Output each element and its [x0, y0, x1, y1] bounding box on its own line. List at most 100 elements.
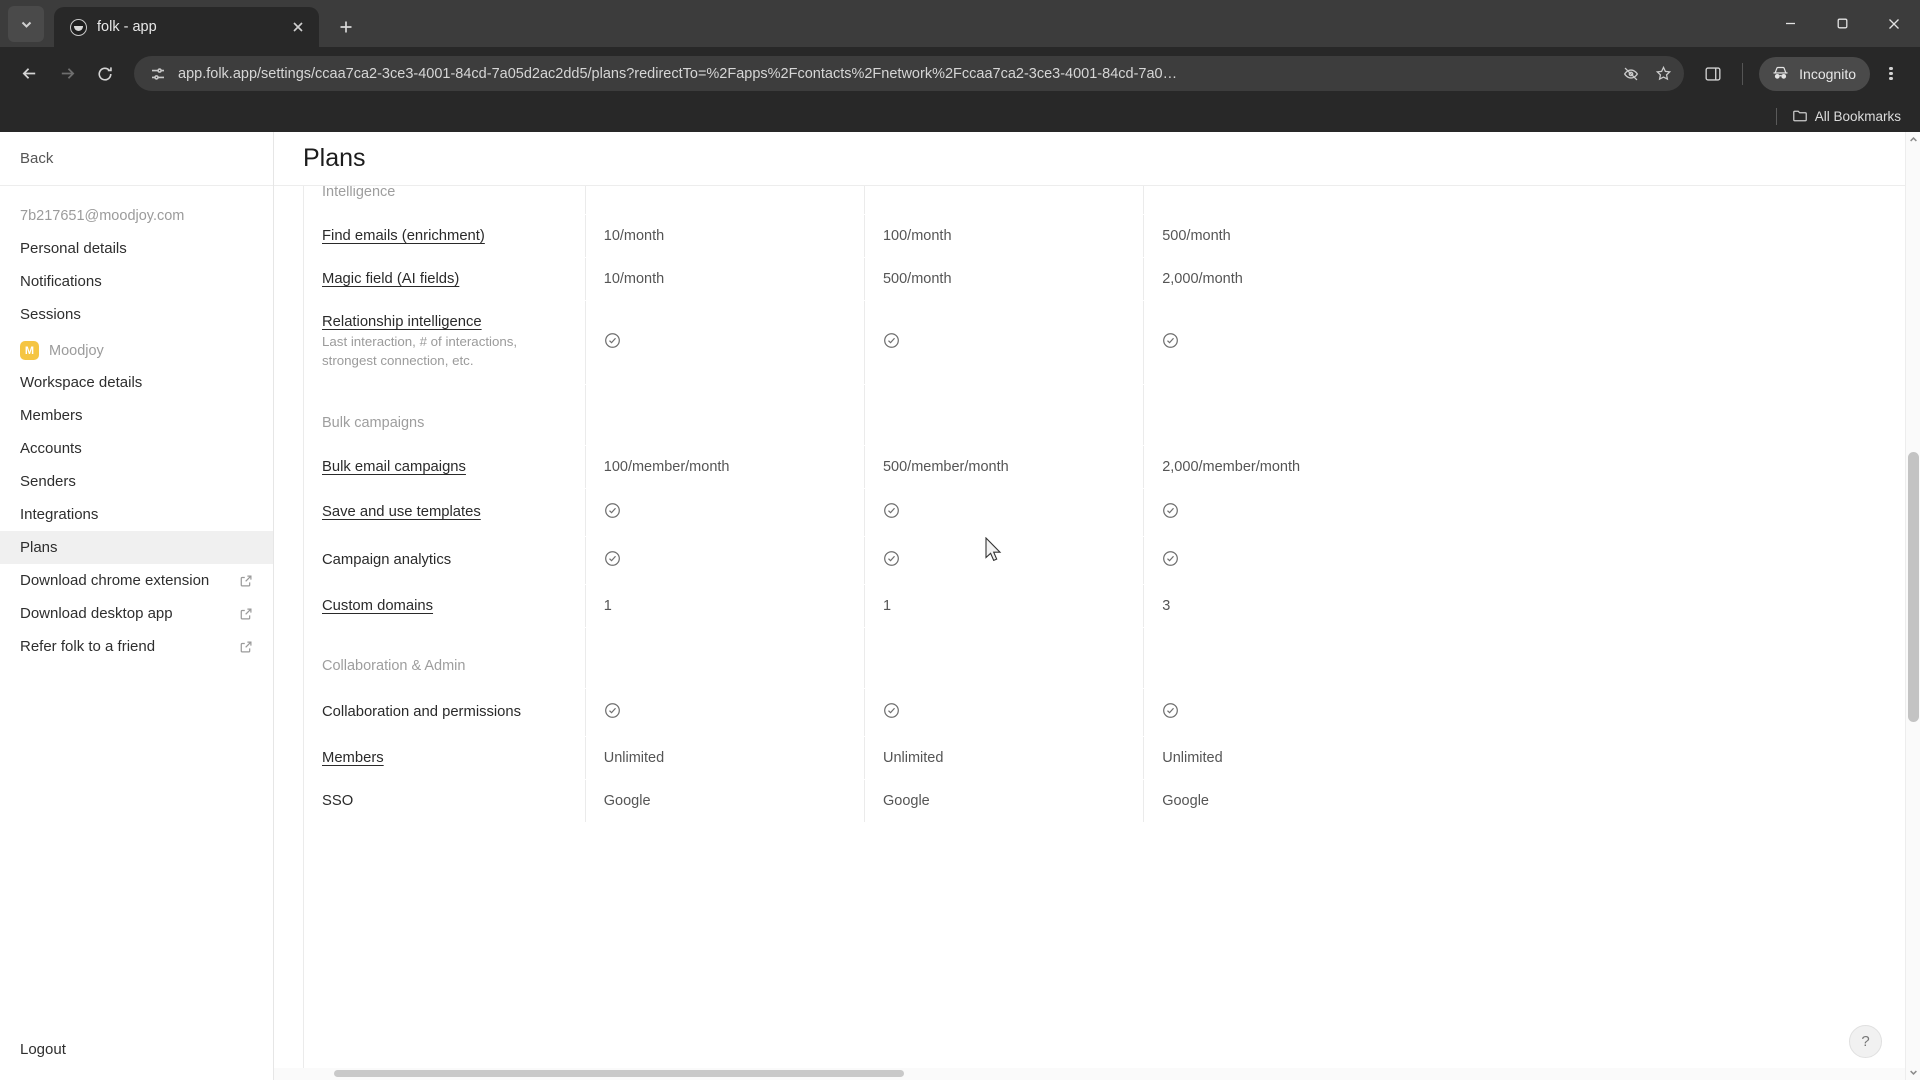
plan-value-cell-relationship-intelligence-col3 — [1143, 300, 1423, 385]
feature-name[interactable]: Members — [322, 750, 561, 766]
check-circle-icon — [1162, 332, 1179, 349]
sidebar-back-label: Back — [20, 150, 54, 167]
incognito-icon — [1769, 63, 1791, 85]
plans-section-spacer — [1143, 186, 1423, 215]
all-bookmarks-button[interactable]: All Bookmarks — [1787, 105, 1906, 127]
plans-section-row: Collaboration & Admin — [303, 626, 1423, 689]
tab-title: folk - app — [97, 19, 157, 35]
back-button[interactable] — [12, 57, 46, 91]
plan-value-cell-custom-domains-col2: 1 — [863, 584, 1144, 628]
bookmarks-bar: All Bookmarks — [0, 100, 1920, 132]
plans-section-title: Intelligence — [322, 186, 396, 200]
new-tab-button[interactable] — [331, 12, 361, 42]
plans-feature-cell: Campaign analytics — [303, 536, 585, 584]
scroll-up-button[interactable] — [1906, 132, 1920, 147]
tab-strip: folk - app — [0, 0, 1920, 47]
check-circle-icon — [604, 550, 621, 567]
check-circle-icon — [1162, 502, 1179, 519]
plan-value-cell-members-col2: Unlimited — [863, 736, 1144, 780]
plans-section-spacer — [863, 626, 1144, 689]
feature-name: Collaboration and permissions — [322, 704, 522, 721]
tab-search-button[interactable] — [8, 6, 44, 42]
plan-value-cell-sso-col1: Google — [584, 779, 865, 823]
sidebar-item-download-desktop-app[interactable]: Download desktop app — [0, 597, 273, 630]
vertical-scroll-thumb[interactable] — [1908, 452, 1919, 722]
sidebar-item-accounts[interactable]: Accounts — [0, 432, 273, 465]
incognito-indicator[interactable]: Incognito — [1759, 56, 1870, 91]
external-link-icon — [238, 639, 253, 654]
plans-section-title: Collaboration & Admin — [303, 626, 586, 689]
sidebar-footer: Logout — [0, 1041, 273, 1080]
sidebar-item-label: Personal details — [20, 240, 127, 257]
window-close-button[interactable] — [1868, 0, 1920, 47]
plan-value-cell-magic-field-ai-fields-col3: 2,000/month — [1143, 257, 1423, 301]
check-circle-icon — [883, 702, 900, 719]
side-panel-button[interactable] — [1696, 57, 1730, 91]
forward-button[interactable] — [50, 57, 84, 91]
arrow-right-icon — [61, 68, 74, 79]
plans-feature-cell: Relationship intelligence Last interactio… — [303, 301, 585, 385]
plans-section-spacer — [1143, 383, 1423, 446]
plans-feature-cell: Custom domains — [303, 584, 585, 627]
plans-feature-cell: Save and use templates — [303, 488, 585, 536]
page-header: Plans — [274, 132, 1920, 186]
sidebar-item-sessions[interactable]: Sessions — [0, 298, 273, 331]
feature-name[interactable]: Find emails (enrichment) — [322, 228, 561, 244]
sidebar-item-personal-details[interactable]: Personal details — [0, 232, 273, 265]
plans-feature-row: SSO Google Google Google — [303, 779, 1423, 823]
browser-tab[interactable]: folk - app — [54, 7, 319, 47]
tune-settings-icon[interactable] — [148, 64, 168, 84]
plans-section-row: Bulk campaigns — [303, 383, 1423, 446]
reload-button[interactable] — [88, 57, 122, 91]
feature-name[interactable]: Magic field (AI fields) — [322, 271, 561, 287]
close-icon — [293, 22, 303, 32]
workspace-header: M Moodjoy — [0, 331, 273, 366]
feature-name[interactable]: Custom domains — [322, 598, 561, 614]
sidebar-item-download-chrome-extension[interactable]: Download chrome extension — [0, 564, 273, 597]
browser-menu-button[interactable] — [1874, 57, 1908, 91]
plan-value-cell-campaign-analytics-col2 — [863, 536, 1144, 585]
help-button[interactable]: ? — [1849, 1025, 1882, 1058]
check-circle-icon — [604, 332, 621, 349]
plan-value-cell-relationship-intelligence-col2 — [863, 300, 1144, 385]
vertical-scrollbar[interactable] — [1905, 132, 1920, 1080]
maximize-button[interactable] — [1816, 0, 1868, 47]
plans-section-spacer — [584, 186, 865, 215]
horizontal-scroll-thumb[interactable] — [334, 1070, 904, 1077]
plan-value-cell-members-col1: Unlimited — [584, 736, 865, 780]
feature-name[interactable]: Bulk email campaigns — [322, 459, 561, 475]
plan-value-cell-save-and-use-templates-col1 — [584, 488, 865, 537]
check-circle-icon — [1162, 702, 1179, 719]
plan-value-cell-campaign-analytics-col1 — [584, 536, 865, 585]
arrow-left-icon — [22, 68, 35, 79]
sidebar-item-workspace-details[interactable]: Workspace details — [0, 366, 273, 399]
sidebar-item-senders[interactable]: Senders — [0, 465, 273, 498]
sidebar-item-plans[interactable]: Plans — [0, 531, 273, 564]
all-bookmarks-label: All Bookmarks — [1814, 108, 1901, 124]
tab-close-button[interactable] — [287, 16, 309, 38]
sidebar-item-notifications[interactable]: Notifications — [0, 265, 273, 298]
plan-value-cell-custom-domains-col3: 3 — [1143, 584, 1423, 628]
scroll-down-button[interactable] — [1906, 1065, 1920, 1080]
bookmark-button[interactable] — [1648, 59, 1678, 89]
sidebar-item-label: Plans — [20, 539, 58, 556]
minimize-button[interactable] — [1764, 0, 1816, 47]
sidebar-item-label: Sessions — [20, 306, 81, 323]
minimize-icon — [1785, 22, 1795, 25]
sidebar-item-integrations[interactable]: Integrations — [0, 498, 273, 531]
horizontal-scrollbar[interactable] — [274, 1068, 1905, 1080]
sidebar-item-members[interactable]: Members — [0, 399, 273, 432]
sidebar-item-refer-folk-to-a-friend[interactable]: Refer folk to a friend — [0, 630, 273, 663]
chevron-down-icon — [1909, 1070, 1917, 1075]
logout-button[interactable]: Logout — [20, 1041, 253, 1058]
address-bar[interactable]: app.folk.app/settings/ccaa7ca2-3ce3-4001… — [134, 56, 1685, 91]
plans-table-scroll-region[interactable]: Intelligence Find emails (enrichment) 10/m… — [274, 186, 1920, 1080]
sidebar-item-label: Workspace details — [20, 374, 143, 391]
tracking-protection-button[interactable] — [1616, 59, 1646, 89]
chevron-down-icon — [21, 21, 31, 28]
check-circle-icon — [604, 502, 621, 519]
feature-name[interactable]: Relationship intelligence — [322, 314, 561, 330]
bookmarks-divider — [1775, 107, 1777, 125]
feature-name[interactable]: Save and use templates — [322, 504, 561, 520]
sidebar-back-button[interactable]: Back — [0, 132, 273, 186]
